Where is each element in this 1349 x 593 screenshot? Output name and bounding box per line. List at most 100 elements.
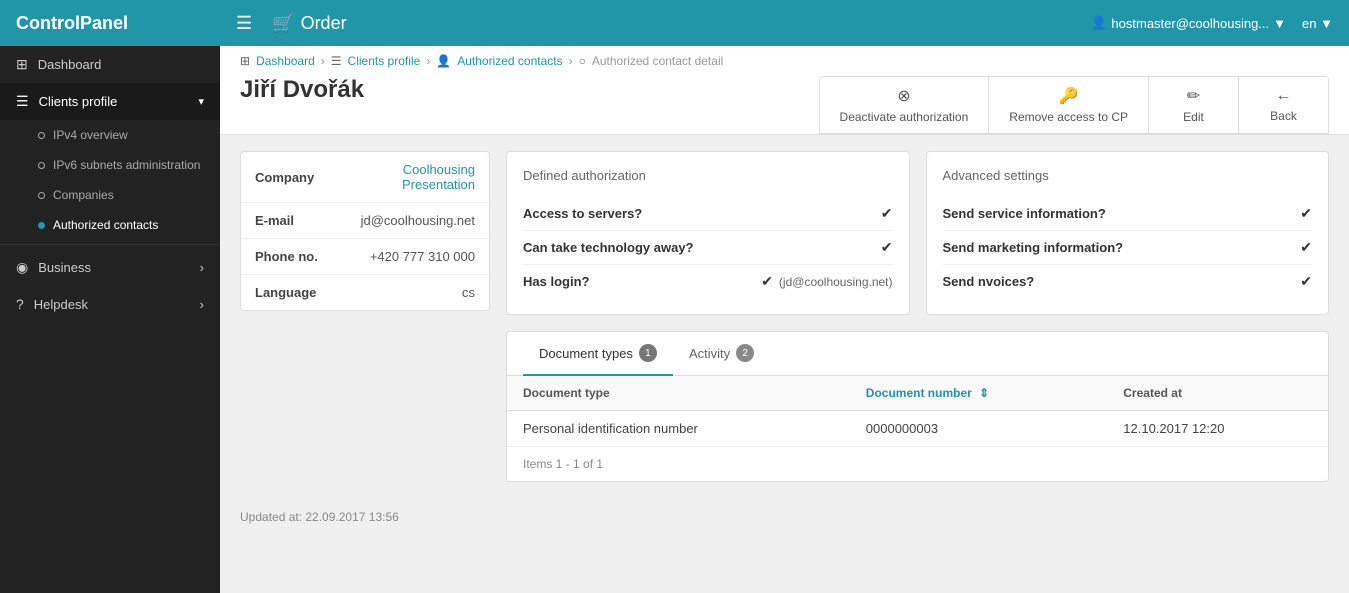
sidebar-item-clients-profile[interactable]: ☰ Clients profile ▾ bbox=[0, 83, 220, 120]
toolbar: ⊗ Deactivate authorization 🔑 Remove acce… bbox=[819, 76, 1329, 134]
nav-left: ☰ 🛒 Order bbox=[236, 13, 1091, 34]
dot-icon bbox=[38, 162, 45, 169]
auth-row-login: Has login? ✔ (jd@coolhousing.net) bbox=[523, 265, 893, 298]
deactivate-icon: ⊗ bbox=[897, 86, 910, 106]
sidebar-item-companies[interactable]: Companies bbox=[0, 180, 220, 210]
remove-access-label: Remove access to CP bbox=[1009, 110, 1128, 124]
breadcrumb-icon4: ○ bbox=[579, 54, 586, 68]
top-panels: Defined authorization Access to servers?… bbox=[506, 151, 1329, 315]
tab-activity[interactable]: Activity 2 bbox=[673, 332, 770, 376]
adv-label-service: Send service information? bbox=[943, 206, 1301, 221]
table-row: Phone no. +420 777 310 000 bbox=[241, 239, 489, 275]
tab-activity-badge: 2 bbox=[736, 344, 754, 362]
adv-value-invoices: ✔ bbox=[1300, 273, 1312, 290]
adv-value-marketing: ✔ bbox=[1300, 239, 1312, 256]
sidebar-sub-label: IPv4 overview bbox=[53, 128, 128, 142]
menu-icon[interactable]: ☰ bbox=[236, 13, 252, 34]
phone-label: Phone no. bbox=[241, 239, 332, 275]
breadcrumb-authorized-contacts[interactable]: Authorized contacts bbox=[457, 54, 562, 68]
helpdesk-icon: ? bbox=[16, 296, 24, 312]
company-value: Coolhousing Presentation bbox=[332, 152, 489, 203]
table-row: Language cs bbox=[241, 275, 489, 311]
order-icon: 🛒 bbox=[272, 13, 294, 34]
edit-icon: ✏ bbox=[1187, 86, 1200, 106]
back-button[interactable]: ← Back bbox=[1239, 77, 1329, 133]
page-header: ⊞ Dashboard › ☰ Clients profile › 👤 Auth… bbox=[220, 46, 1349, 135]
sidebar-sub-label: Authorized contacts bbox=[53, 218, 158, 232]
remove-access-button[interactable]: 🔑 Remove access to CP bbox=[989, 77, 1149, 133]
brand: ControlPanel bbox=[16, 13, 236, 34]
nav-right: 👤 hostmaster@coolhousing... ▼ en ▼ bbox=[1091, 15, 1333, 31]
sidebar-item-label: Helpdesk bbox=[34, 297, 88, 312]
breadcrumb-dashboard[interactable]: Dashboard bbox=[256, 54, 315, 68]
tab-document-types-badge: 1 bbox=[639, 344, 657, 362]
adv-row-marketing: Send marketing information? ✔ bbox=[943, 231, 1313, 265]
company-label: Company bbox=[241, 152, 332, 203]
auth-label-servers: Access to servers? bbox=[523, 206, 881, 221]
edit-button[interactable]: ✏ Edit bbox=[1149, 77, 1239, 133]
separator: › bbox=[321, 54, 325, 68]
email-value: jd@coolhousing.net bbox=[332, 203, 489, 239]
sidebar-item-helpdesk[interactable]: ? Helpdesk › bbox=[0, 286, 220, 322]
sidebar: ⊞ Dashboard ☰ Clients profile ▾ IPv4 ove… bbox=[0, 46, 220, 593]
dashboard-icon: ⊞ bbox=[16, 56, 28, 73]
sidebar-sub-label: IPv6 subnets administration bbox=[53, 158, 200, 172]
cell-doc-number: 0000000003 bbox=[850, 411, 1107, 447]
defined-auth-title: Defined authorization bbox=[523, 168, 893, 183]
business-icon: ◉ bbox=[16, 259, 28, 276]
language-label: Language bbox=[241, 275, 332, 311]
breadcrumb: ⊞ Dashboard › ☰ Clients profile › 👤 Auth… bbox=[240, 54, 1329, 68]
lang-label: en bbox=[1302, 16, 1316, 31]
table-footer: Items 1 - 1 of 1 bbox=[507, 446, 1328, 481]
table-row: Company Coolhousing Presentation bbox=[241, 152, 489, 203]
back-icon: ← bbox=[1276, 87, 1292, 105]
contact-table: Company Coolhousing Presentation E-mail … bbox=[241, 152, 489, 310]
breadcrumb-icon3: 👤 bbox=[436, 54, 451, 68]
auth-value-technology: ✔ bbox=[881, 239, 893, 256]
adv-row-service: Send service information? ✔ bbox=[943, 197, 1313, 231]
cell-doc-type: Personal identification number bbox=[507, 411, 850, 447]
table-row: E-mail jd@coolhousing.net bbox=[241, 203, 489, 239]
chevron-down-icon: ▾ bbox=[198, 95, 204, 108]
content-area: Company Coolhousing Presentation E-mail … bbox=[220, 135, 1349, 498]
breadcrumb-icon: ⊞ bbox=[240, 54, 250, 68]
lang-selector[interactable]: en ▼ bbox=[1302, 16, 1333, 31]
separator: › bbox=[569, 54, 573, 68]
main-content: ⊞ Dashboard › ☰ Clients profile › 👤 Auth… bbox=[220, 46, 1349, 593]
auth-label-login: Has login? bbox=[523, 274, 761, 289]
company-link[interactable]: Coolhousing Presentation bbox=[402, 162, 475, 192]
phone-value: +420 777 310 000 bbox=[332, 239, 489, 275]
sidebar-item-ipv4[interactable]: IPv4 overview bbox=[0, 120, 220, 150]
lang-chevron-icon: ▼ bbox=[1320, 16, 1333, 31]
dot-icon bbox=[38, 222, 45, 229]
sidebar-item-authorized-contacts[interactable]: Authorized contacts bbox=[0, 210, 220, 240]
adv-label-invoices: Send nvoices? bbox=[943, 274, 1301, 289]
sidebar-item-business[interactable]: ◉ Business › bbox=[0, 249, 220, 286]
page-title: Jiří Dvořák bbox=[240, 76, 803, 116]
user-info[interactable]: 👤 hostmaster@coolhousing... ▼ bbox=[1091, 15, 1286, 31]
chevron-right-icon: › bbox=[200, 297, 204, 312]
breadcrumb-clients-profile[interactable]: Clients profile bbox=[348, 54, 421, 68]
layout: ⊞ Dashboard ☰ Clients profile ▾ IPv4 ove… bbox=[0, 46, 1349, 593]
remove-access-icon: 🔑 bbox=[1059, 86, 1079, 106]
adv-label-marketing: Send marketing information? bbox=[943, 240, 1301, 255]
sidebar-item-dashboard[interactable]: ⊞ Dashboard bbox=[0, 46, 220, 83]
sidebar-item-ipv6[interactable]: IPv6 subnets administration bbox=[0, 150, 220, 180]
tabs-header: Document types 1 Activity 2 bbox=[507, 332, 1328, 376]
edit-label: Edit bbox=[1183, 110, 1204, 124]
auth-label-technology: Can take technology away? bbox=[523, 240, 881, 255]
sidebar-item-label: Clients profile bbox=[39, 94, 118, 109]
updated-at: Updated at: 22.09.2017 13:56 bbox=[240, 510, 399, 524]
col-document-type: Document type bbox=[507, 376, 850, 411]
tab-document-types[interactable]: Document types 1 bbox=[523, 332, 673, 376]
page-footer: Updated at: 22.09.2017 13:56 bbox=[220, 498, 1349, 536]
auth-row-servers: Access to servers? ✔ bbox=[523, 197, 893, 231]
order-link[interactable]: 🛒 Order bbox=[272, 13, 346, 34]
deactivate-authorization-button[interactable]: ⊗ Deactivate authorization bbox=[820, 77, 990, 133]
tabs-panel: Document types 1 Activity 2 Document typ… bbox=[506, 331, 1329, 482]
user-icon: 👤 bbox=[1091, 15, 1107, 31]
tab-activity-label: Activity bbox=[689, 346, 730, 361]
user-chevron-icon: ▼ bbox=[1273, 16, 1286, 31]
cell-created: 12.10.2017 12:20 bbox=[1107, 411, 1328, 447]
col-document-number[interactable]: Document number ⇕ bbox=[850, 376, 1107, 411]
